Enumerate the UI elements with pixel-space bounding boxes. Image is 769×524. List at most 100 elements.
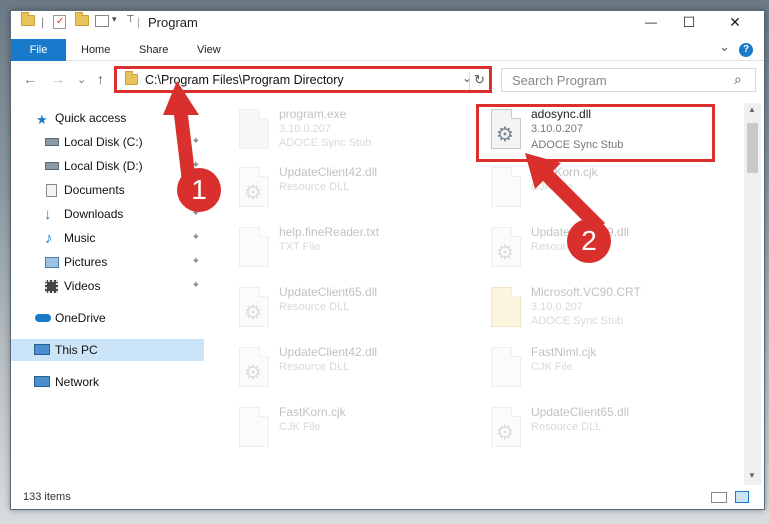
search-box[interactable]: Search Program ⌕	[501, 68, 756, 92]
folder-icon[interactable]	[21, 12, 35, 31]
star-icon: ★	[36, 112, 48, 127]
file-name: UpdateClient65.dll	[531, 405, 630, 419]
sidebar-item-label: Local Disk (D:)	[64, 159, 143, 173]
callout-badge-2: 2	[567, 219, 611, 263]
file-name: program.exe	[279, 107, 347, 121]
maximize-button[interactable]: ☐	[667, 11, 711, 35]
up-button[interactable]: ↑	[97, 71, 104, 87]
file-item[interactable]: ⚙ UpdateClient65.dll Resource DLL	[483, 403, 713, 457]
sidebar-item-label: OneDrive	[55, 311, 106, 325]
file-version: 3.10.0.207	[279, 123, 331, 135]
customize-quick-access-icon[interactable]: ▾	[112, 14, 117, 30]
scroll-thumb[interactable]	[747, 123, 758, 173]
folder-icon	[491, 287, 521, 327]
file-name: UpdateClient42.dll	[279, 165, 378, 179]
file-item[interactable]: help.fineReader.txt TXT File	[231, 223, 461, 277]
details-view-icon[interactable]	[711, 492, 727, 503]
cjk-icon	[239, 407, 269, 447]
drive-icon	[45, 162, 59, 170]
cjk-icon	[491, 167, 521, 207]
file-type: TXT File	[279, 241, 321, 253]
sidebar-item-label: Network	[55, 375, 100, 389]
sidebar-item-this-pc[interactable]: This PC	[11, 339, 204, 361]
cloud-icon	[35, 314, 51, 322]
file-description: ADOCE Sync Stub	[531, 315, 624, 327]
exe-icon	[239, 109, 269, 149]
title-bar: | ✓ ▾ ⊤ | Program — ☐ ✕	[11, 11, 764, 35]
music-icon: ♪	[45, 230, 53, 247]
expand-ribbon-icon[interactable]: ⌄	[719, 36, 730, 58]
properties-icon[interactable]: ✓	[53, 15, 66, 29]
new-folder-icon[interactable]	[75, 12, 89, 31]
computer-icon	[34, 344, 50, 355]
file-name: UpdateClient42.dll	[279, 345, 378, 359]
file-name: FastKorn.cjk	[279, 405, 346, 419]
file-item[interactable]: ⚙ UpdateClient42.dll Resource DLL	[231, 163, 461, 217]
file-type: Resource DLL	[279, 301, 350, 313]
file-item[interactable]: program.exe 3.10.0.207 ADOCE Sync Stub	[231, 105, 461, 159]
sidebar-item-label: Downloads	[64, 207, 124, 221]
help-icon[interactable]: ?	[739, 43, 753, 57]
file-name: FastNiml.cjk	[531, 345, 597, 359]
large-icons-view-icon[interactable]	[735, 491, 749, 503]
recent-locations-button[interactable]: ⌄	[77, 73, 86, 86]
pin-icon: ✦	[191, 280, 200, 291]
network-icon	[34, 376, 50, 387]
dll-icon: ⚙	[491, 407, 521, 447]
search-input[interactable]: Search Program	[512, 73, 607, 88]
sidebar-item-label: Local Disk (C:)	[64, 135, 143, 149]
ribbon-tabs: File Home Share View ⌄ ?	[11, 39, 764, 61]
window-title: Program	[148, 15, 198, 30]
file-type: CJK File	[531, 361, 573, 373]
file-item[interactable]: ⚙ UpdateClient42.dll Resource DLL	[231, 343, 461, 397]
sidebar-item-videos[interactable]: Videos ✦	[11, 275, 204, 297]
file-type: Resource DLL	[279, 181, 350, 193]
file-version: 3.10.0.207	[531, 301, 583, 313]
pin-icon: ✦	[191, 232, 200, 243]
dll-icon: ⚙	[239, 347, 269, 387]
item-count: 133 items	[23, 491, 71, 503]
sidebar-item-label: Music	[64, 231, 96, 245]
file-name: Microsoft.VC90.CRT	[531, 285, 641, 299]
sidebar-item-label: This PC	[55, 343, 98, 357]
download-icon: ↓	[44, 206, 52, 223]
file-item[interactable]: FastNiml.cjk CJK File	[483, 343, 713, 397]
txt-icon	[239, 227, 269, 267]
tab-home[interactable]: Home	[81, 39, 110, 61]
sidebar-item-label: Documents	[64, 183, 125, 197]
file-type: Resource DLL	[279, 361, 350, 373]
sidebar-item-network[interactable]: Network	[11, 371, 204, 393]
file-item[interactable]: ⚙ UpdateClient65.dll Resource DLL	[231, 283, 461, 337]
status-bar: 133 items	[11, 489, 764, 509]
close-button[interactable]: ✕	[713, 11, 757, 35]
file-name: help.fineReader.txt	[279, 225, 380, 239]
explorer-window: | ✓ ▾ ⊤ | Program — ☐ ✕ File Home Share …	[10, 10, 765, 510]
dll-icon: ⚙	[239, 287, 269, 327]
dll-icon: ⚙	[239, 167, 269, 207]
pin-icon: ✦	[191, 256, 200, 267]
back-button[interactable]: ←	[23, 71, 37, 87]
sidebar-item-pictures[interactable]: Pictures ✦	[11, 251, 204, 273]
file-item[interactable]: FastKorn.cjk CJK File	[231, 403, 461, 457]
sidebar-item-onedrive[interactable]: OneDrive	[11, 307, 204, 329]
scroll-up-icon[interactable]: ▲	[748, 105, 756, 114]
tab-view[interactable]: View	[197, 39, 221, 61]
search-icon[interactable]: ⌕	[734, 71, 742, 88]
cjk-icon	[491, 347, 521, 387]
file-type: CJK File	[279, 421, 321, 433]
vertical-scrollbar[interactable]: ▲ ▼	[744, 103, 761, 485]
scroll-down-icon[interactable]: ▼	[748, 471, 756, 480]
pictures-icon	[45, 257, 59, 268]
documents-icon	[46, 184, 57, 197]
forward-button[interactable]: →	[51, 71, 65, 87]
separator: |	[41, 15, 45, 29]
view-options-icon[interactable]	[95, 15, 109, 27]
tab-file[interactable]: File	[11, 39, 66, 61]
sidebar-item-downloads[interactable]: ↓ Downloads ✦	[11, 203, 204, 225]
dropdown-icon[interactable]: ⊤	[126, 14, 135, 30]
separator: |	[137, 15, 141, 29]
sidebar-item-music[interactable]: ♪ Music ✦	[11, 227, 204, 249]
tab-share[interactable]: Share	[139, 39, 168, 61]
file-item[interactable]: Microsoft.VC90.CRT 3.10.0.207 ADOCE Sync…	[483, 283, 713, 337]
videos-icon	[45, 280, 58, 293]
